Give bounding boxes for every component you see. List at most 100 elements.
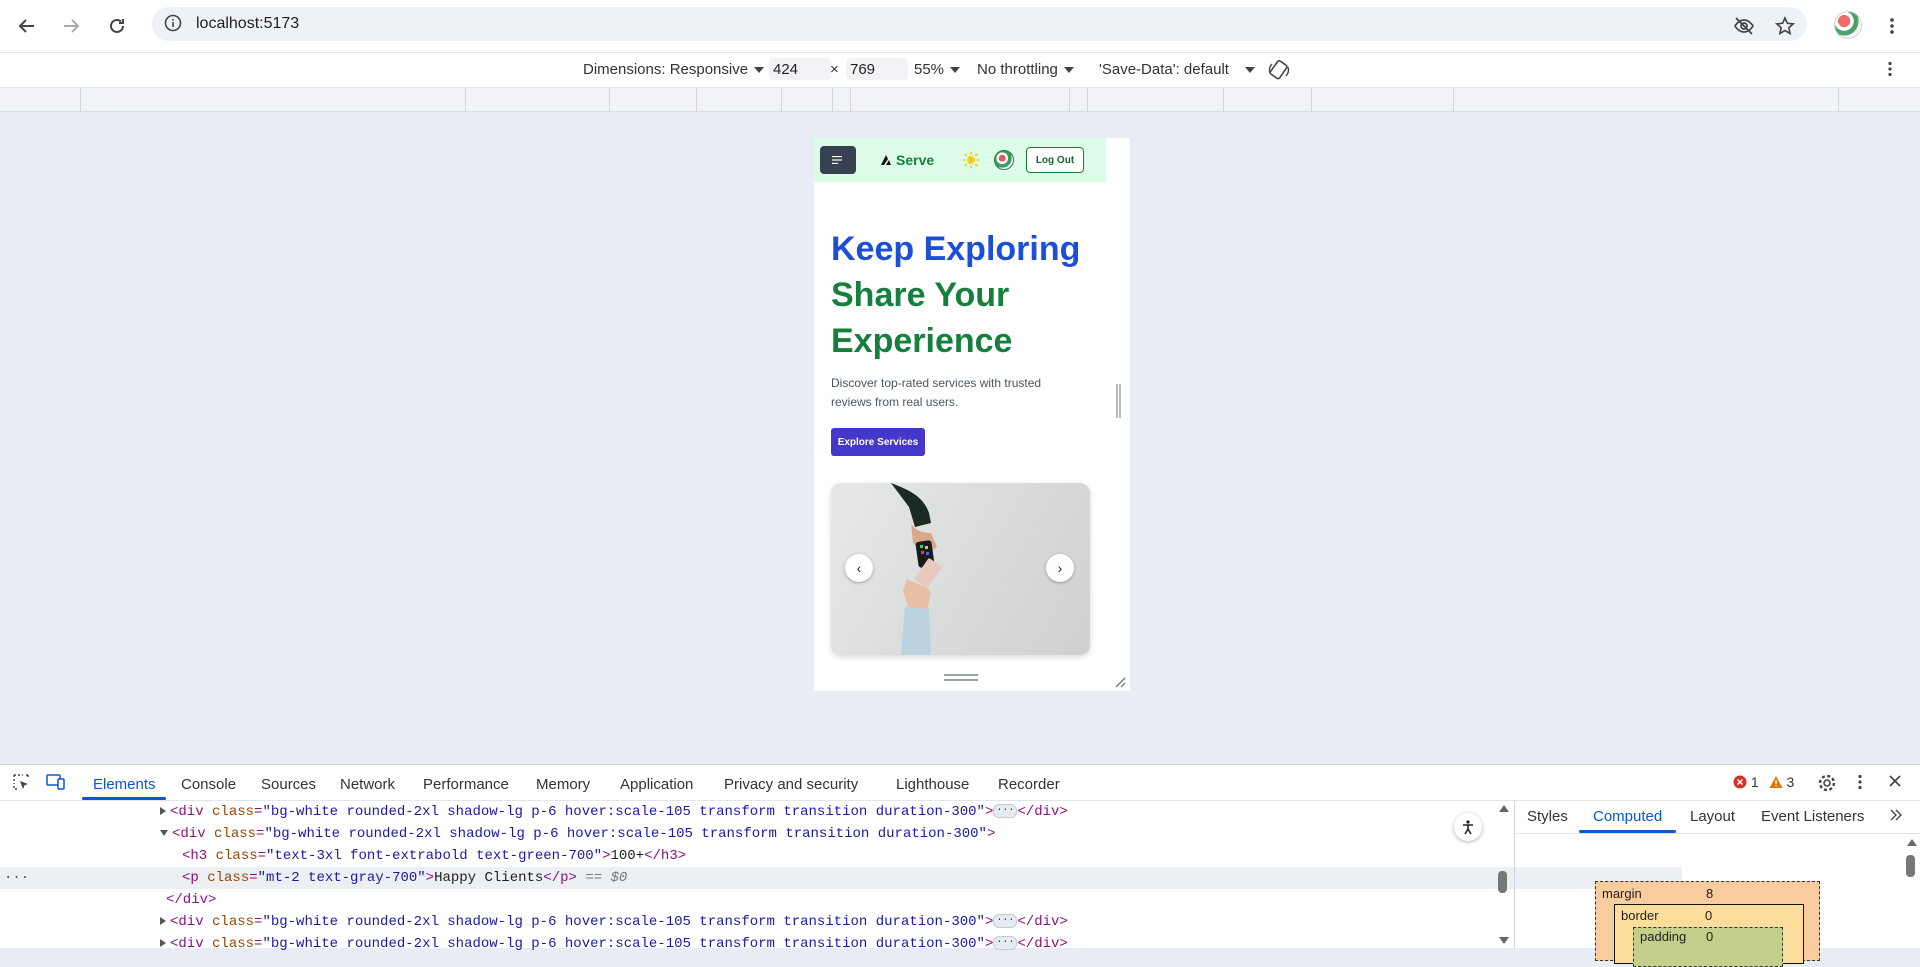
inspect-element-icon[interactable] bbox=[12, 773, 30, 795]
hero-line-3: Experience bbox=[831, 322, 1013, 360]
zoom-dropdown[interactable]: 55% bbox=[914, 61, 961, 78]
eye-off-icon[interactable] bbox=[1733, 15, 1755, 37]
device-options-icon[interactable] bbox=[1887, 61, 1893, 81]
logout-button[interactable]: Log Out bbox=[1026, 147, 1084, 173]
sidebar-tabbar: Styles Computed Layout Event Listeners bbox=[1515, 801, 1920, 834]
hero-description: Discover top-rated services with trusted… bbox=[831, 376, 1042, 409]
tab-styles[interactable]: Styles bbox=[1527, 808, 1568, 825]
tab-computed[interactable]: Computed bbox=[1593, 808, 1662, 825]
device-toolbar: Dimensions: Responsive × 55% No throttli… bbox=[0, 53, 1920, 88]
dom-node[interactable]: <div class="bg-white rounded-2xl shadow-… bbox=[0, 933, 1660, 955]
device-toggle-icon[interactable] bbox=[46, 773, 66, 795]
throttling-dropdown[interactable]: No throttling bbox=[977, 61, 1074, 78]
forward-button[interactable] bbox=[55, 10, 87, 42]
dimensions-dropdown[interactable]: Dimensions: Responsive bbox=[583, 61, 765, 78]
error-icon bbox=[1733, 775, 1747, 789]
box-model-padding[interactable]: padding 0 bbox=[1633, 927, 1783, 967]
hero-heading: Keep Exploring Share Your Experience bbox=[831, 226, 1080, 364]
height-input[interactable] bbox=[846, 58, 908, 80]
zoom-label: 55% bbox=[914, 61, 945, 78]
hero-line-2: Share Your bbox=[831, 276, 1010, 314]
dom-node[interactable]: <div class="bg-white rounded-2xl shadow-… bbox=[0, 823, 1660, 845]
dom-node[interactable]: <h3 class="text-3xl font-extrabold text-… bbox=[0, 845, 1682, 867]
dom-node-selected[interactable]: ··· <p class="mt-2 text-gray-700">Happy … bbox=[0, 867, 1682, 889]
media-query-ruler[interactable] bbox=[0, 88, 1920, 112]
tab-event-listeners[interactable]: Event Listeners bbox=[1761, 808, 1864, 825]
hamburger-icon bbox=[832, 156, 842, 164]
user-avatar[interactable] bbox=[994, 150, 1014, 170]
menu-button[interactable] bbox=[820, 146, 856, 174]
dom-node[interactable]: <div class="bg-white rounded-2xl shadow-… bbox=[0, 801, 1660, 823]
styles-sidebar: Styles Computed Layout Event Listeners m… bbox=[1514, 801, 1920, 967]
node-actions-icon[interactable]: ··· bbox=[4, 867, 29, 889]
tab-recorder[interactable]: Recorder bbox=[998, 776, 1060, 793]
sidebar-scrollbar-thumb[interactable] bbox=[1906, 855, 1915, 877]
save-data-dropdown[interactable]: 'Save-Data': default bbox=[1099, 61, 1255, 78]
carousel-next-button[interactable]: › bbox=[1046, 554, 1074, 582]
scroll-down-icon[interactable] bbox=[1499, 937, 1509, 944]
more-tabs-chevron-icon[interactable] bbox=[1889, 808, 1903, 826]
ellipsis-icon[interactable]: ··· bbox=[993, 804, 1018, 819]
star-icon[interactable] bbox=[1774, 15, 1796, 37]
chevron-down-icon bbox=[950, 67, 961, 74]
tab-sources[interactable]: Sources bbox=[261, 776, 316, 793]
ellipsis-icon[interactable]: ··· bbox=[993, 914, 1018, 929]
brand-logo[interactable]: Serve bbox=[880, 152, 934, 168]
device-viewport: Serve Log Out Keep Exploring Share Your … bbox=[814, 138, 1130, 691]
dom-node[interactable]: <div class="bg-white rounded-2xl shadow-… bbox=[0, 911, 1660, 933]
close-icon[interactable] bbox=[1888, 774, 1902, 792]
chevron-down-icon bbox=[1244, 67, 1255, 74]
reload-icon bbox=[110, 18, 124, 33]
theme-toggle-sun-icon[interactable] bbox=[962, 151, 980, 174]
tab-elements[interactable]: Elements bbox=[93, 776, 156, 793]
reload-button[interactable] bbox=[101, 10, 133, 42]
app-navbar: Serve Log Out bbox=[814, 138, 1106, 182]
explore-services-button[interactable]: Explore Services bbox=[831, 428, 925, 456]
devtools-menu-icon[interactable] bbox=[1857, 774, 1863, 794]
dom-scrollbar-thumb[interactable] bbox=[1498, 871, 1507, 893]
sidebar-active-indicator bbox=[1579, 830, 1676, 833]
expand-triangle-icon[interactable] bbox=[160, 917, 166, 926]
box-model-border[interactable]: border 0 padding 0 bbox=[1614, 904, 1804, 967]
tab-console[interactable]: Console bbox=[181, 776, 236, 793]
forward-arrow-icon bbox=[64, 19, 80, 33]
info-icon[interactable] bbox=[164, 14, 182, 32]
expand-triangle-icon[interactable] bbox=[160, 807, 166, 816]
tab-memory[interactable]: Memory bbox=[536, 776, 590, 793]
dom-tree[interactable]: <div class="bg-white rounded-2xl shadow-… bbox=[0, 801, 1682, 952]
image-carousel[interactable]: ‹ › bbox=[831, 483, 1090, 655]
back-button[interactable] bbox=[11, 10, 43, 42]
box-model-margin[interactable]: margin 8 border 0 padding 0 bbox=[1595, 881, 1820, 967]
sidebar-scroll-up-icon[interactable] bbox=[1907, 839, 1917, 846]
tab-privacy-security[interactable]: Privacy and security bbox=[724, 776, 858, 793]
tab-network[interactable]: Network bbox=[340, 776, 395, 793]
tab-layout[interactable]: Layout bbox=[1690, 808, 1735, 825]
tab-application[interactable]: Application bbox=[620, 776, 693, 793]
collapse-triangle-icon[interactable] bbox=[160, 830, 168, 837]
issues-counter[interactable]: 1 3 bbox=[1733, 774, 1794, 790]
tab-lighthouse[interactable]: Lighthouse bbox=[896, 776, 969, 793]
back-arrow-icon bbox=[18, 19, 34, 33]
accessibility-icon[interactable] bbox=[1454, 813, 1482, 841]
brand-name: Serve bbox=[896, 152, 935, 168]
browser-toolbar: localhost:5173 bbox=[0, 0, 1920, 53]
kebab-menu-icon[interactable] bbox=[1876, 10, 1908, 42]
rotate-icon[interactable] bbox=[1267, 59, 1291, 85]
scroll-up-icon[interactable] bbox=[1499, 805, 1509, 812]
device-bottom-resize-handle[interactable] bbox=[944, 674, 978, 683]
warning-count: 3 bbox=[1786, 774, 1795, 790]
address-bar[interactable]: localhost:5173 bbox=[152, 7, 1807, 41]
tab-performance[interactable]: Performance bbox=[423, 776, 509, 793]
app-page: Serve Log Out Keep Exploring Share Your … bbox=[814, 138, 1106, 663]
dom-node[interactable]: </div> bbox=[0, 889, 1666, 911]
chevron-down-icon bbox=[1063, 67, 1074, 74]
settings-gear-icon[interactable] bbox=[1817, 773, 1837, 797]
profile-avatar[interactable] bbox=[1834, 11, 1862, 39]
carousel-prev-button[interactable]: ‹ bbox=[845, 554, 873, 582]
url-text[interactable]: localhost:5173 bbox=[196, 15, 299, 33]
expand-triangle-icon[interactable] bbox=[160, 939, 166, 948]
device-side-resize-handle[interactable] bbox=[1116, 384, 1121, 418]
width-input[interactable] bbox=[769, 58, 831, 80]
resize-corner-icon[interactable] bbox=[1114, 676, 1126, 688]
ellipsis-icon[interactable]: ··· bbox=[993, 936, 1018, 951]
